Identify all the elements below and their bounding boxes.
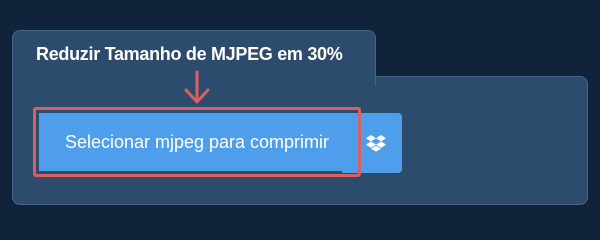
pointer-arrow-icon bbox=[184, 70, 210, 104]
dropbox-icon bbox=[366, 135, 386, 152]
card-title: Reduzir Tamanho de MJPEG em 30% bbox=[36, 44, 343, 64]
page: Reduzir Tamanho de MJPEG em 30% Selecion… bbox=[0, 0, 600, 230]
select-file-button[interactable]: Selecionar mjpeg para comprimir bbox=[39, 113, 355, 171]
